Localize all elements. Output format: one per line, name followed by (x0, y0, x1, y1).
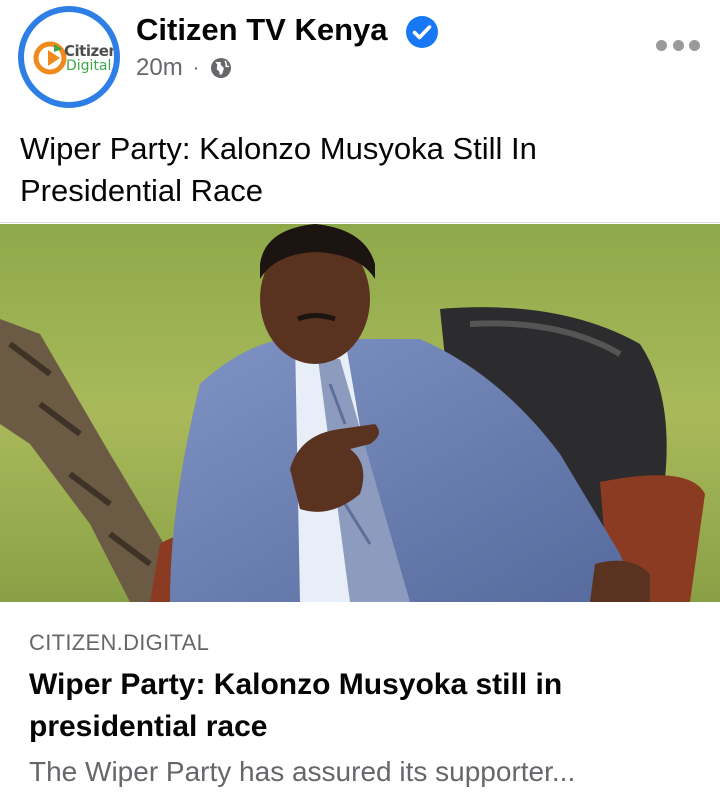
post-meta: 20m · (136, 54, 233, 82)
verified-badge-icon (406, 16, 438, 48)
link-description: The Wiper Party has assured its supporte… (29, 756, 576, 787)
citizen-digital-logo: Citizen Digital (24, 12, 114, 102)
photo-man-in-chair (0, 224, 720, 602)
citizen-logo-icon (33, 41, 67, 75)
more-options-button[interactable] (656, 35, 700, 55)
link-domain: CITIZEN.DIGITAL (29, 630, 210, 655)
page-name-link[interactable]: Citizen TV Kenya (136, 12, 388, 48)
link-title[interactable]: Wiper Party: Kalonzo Musyoka still in pr… (29, 664, 699, 748)
meta-separator: · (192, 56, 200, 79)
divider (0, 222, 720, 223)
more-dot (672, 39, 684, 51)
more-dot (656, 39, 667, 51)
timestamp[interactable]: 20m (136, 54, 183, 82)
more-dot (689, 39, 700, 51)
globe-icon[interactable] (209, 56, 233, 80)
link-preview-image[interactable] (0, 224, 720, 602)
page-avatar[interactable]: Citizen Digital (18, 6, 120, 108)
post-text: Wiper Party: Kalonzo Musyoka Still In Pr… (20, 131, 537, 208)
post-header: Citizen Digital Citizen TV Kenya 20m · (0, 0, 720, 118)
logo-text-digital: Digital (66, 58, 112, 74)
